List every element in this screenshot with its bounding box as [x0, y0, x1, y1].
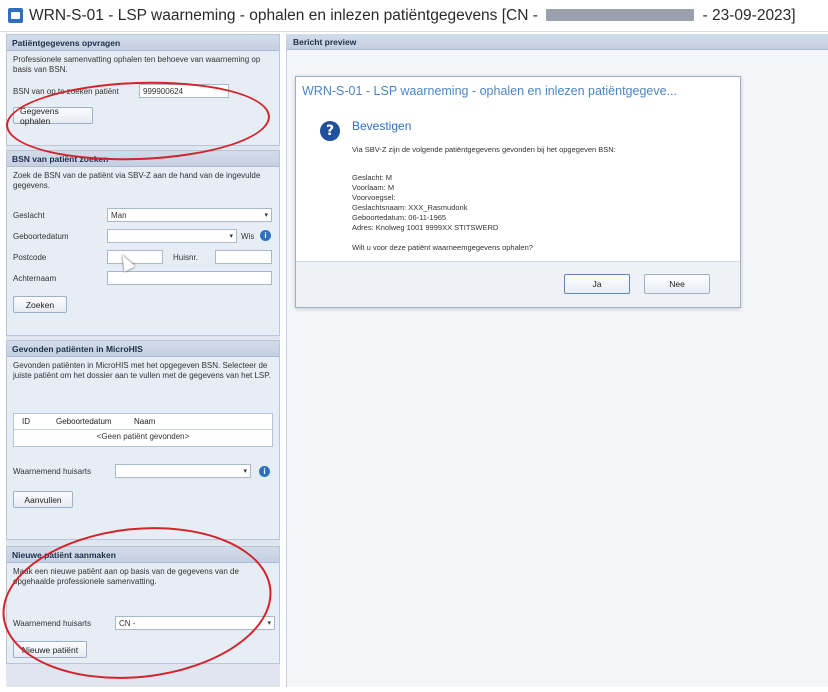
dialog-heading: Bevestigen	[352, 119, 412, 133]
group-header: Nieuwe patiënt aanmaken	[7, 547, 279, 563]
window-title-cn: [CN -	[501, 6, 538, 24]
column-header-name[interactable]: Naam	[128, 417, 272, 426]
found-patients-table: ID Geboortedatum Naam <Geen patiënt gevo…	[13, 413, 273, 447]
gender-select[interactable]: Man ▾	[107, 208, 272, 222]
patient-request-group: Patiëntgegevens opvragen Professionele s…	[6, 34, 280, 146]
redacted-block	[546, 9, 695, 22]
postcode-label: Postcode	[13, 253, 47, 262]
new-patient-button[interactable]: Nieuwe patiënt	[13, 641, 87, 658]
window-title: WRN-S-01 - LSP waarneming - ophalen en i…	[29, 7, 796, 25]
complete-button[interactable]: Aanvullen	[13, 491, 73, 508]
birthdate-label: Geboortedatum	[13, 232, 69, 241]
group-description: Gevonden patiënten in MicroHIS met het o…	[13, 361, 271, 380]
question-icon: ?	[320, 121, 340, 141]
clear-link[interactable]: Wis	[241, 232, 254, 241]
bsn-input[interactable]: 999900624	[139, 84, 229, 98]
left-panel: Patiëntgegevens opvragen Professionele s…	[6, 34, 280, 687]
chevron-down-icon: ▾	[264, 212, 268, 219]
gp-value: CN -	[119, 619, 136, 628]
gp-select[interactable]: CN - ▾	[115, 616, 275, 630]
gp-select[interactable]: ▾	[115, 464, 251, 478]
dialog-title: WRN-S-01 - LSP waarneming - ophalen en i…	[302, 84, 677, 98]
yes-button[interactable]: Ja	[564, 274, 630, 294]
table-header: ID Geboortedatum Naam	[14, 414, 272, 430]
info-icon[interactable]: i	[259, 466, 270, 477]
info-icon[interactable]: i	[260, 230, 271, 241]
found-patients-group: Gevonden patiënten in MicroHIS Gevonden …	[6, 340, 280, 540]
group-description: Professionele samenvatting ophalen ten b…	[13, 55, 261, 74]
search-button[interactable]: Zoeken	[13, 296, 67, 313]
table-empty-row: <Geen patiënt gevonden>	[96, 432, 190, 441]
group-description: Zoek de BSN van de patiënt via SBV-Z aan…	[13, 171, 261, 190]
dialog-body: ? Bevestigen Via SBV-Z zijn de volgende …	[296, 105, 740, 263]
dialog-gender: Geslacht: M	[352, 173, 393, 182]
dialog-initials: Voorlaam: M	[352, 183, 395, 192]
preview-panel: Bericht preview WRN-S-01 - LSP waarnemin…	[286, 34, 828, 687]
chevron-down-icon: ▾	[229, 233, 233, 240]
preview-header: Bericht preview	[287, 34, 828, 50]
group-description: Maak een nieuwe patiënt aan op basis van…	[13, 567, 239, 586]
dialog-birthdate: Geboortedatum: 06-11-1965	[352, 213, 447, 222]
column-header-birthdate[interactable]: Geboortedatum	[50, 417, 128, 426]
group-header: Gevonden patiënten in MicroHIS	[7, 341, 279, 357]
birthdate-picker[interactable]: ▾	[107, 229, 237, 243]
no-button[interactable]: Nee	[644, 274, 710, 294]
window-titlebar: WRN-S-01 - LSP waarneming - ophalen en i…	[0, 0, 828, 32]
gender-label: Geslacht	[13, 211, 45, 220]
fetch-data-button[interactable]: Gegevens ophalen	[13, 106, 93, 126]
column-header-id[interactable]: ID	[14, 417, 50, 426]
dialog-intro: Via SBV-Z zijn de volgende patiëntgegeve…	[352, 145, 616, 154]
dialog-question: Wilt u voor deze patiënt waarneemgegeven…	[352, 243, 533, 252]
lastname-label: Achternaam	[13, 274, 57, 283]
group-header: Patiëntgegevens opvragen	[7, 35, 279, 51]
chevron-down-icon: ▾	[243, 468, 247, 475]
gender-value: Man	[111, 211, 127, 220]
window-title-date: - 23-09-2023]	[702, 6, 796, 24]
window-title-main: WRN-S-01 - LSP waarneming - ophalen en i…	[29, 6, 498, 24]
bsn-label: BSN van op te zoeken patiënt	[13, 87, 119, 96]
dialog-footer: Ja Nee	[296, 261, 740, 307]
postcode-input[interactable]	[107, 250, 163, 264]
chevron-down-icon: ▾	[267, 620, 271, 627]
housenumber-input[interactable]	[215, 250, 272, 264]
lastname-input[interactable]	[107, 271, 272, 285]
dialog-surname: Geslachtsnaam: XXX_Rasmudonk	[352, 203, 468, 212]
confirm-dialog: WRN-S-01 - LSP waarneming - ophalen en i…	[295, 76, 741, 308]
dialog-address: Adres: Knolweg 1001 9999XX STITSWERD	[352, 223, 499, 232]
dialog-prefix: Voorvoegsel:	[352, 193, 396, 202]
gp-label: Waarnemend huisarts	[13, 467, 91, 476]
group-header: BSN van patiënt zoeken	[7, 151, 279, 167]
app-icon	[8, 8, 23, 23]
gp-label: Waarnemend huisarts	[13, 619, 91, 628]
new-patient-group: Nieuwe patiënt aanmaken Maak een nieuwe …	[6, 546, 280, 664]
housenumber-label: Huisnr.	[173, 253, 198, 262]
bsn-search-group: BSN van patiënt zoeken Zoek de BSN van d…	[6, 150, 280, 336]
